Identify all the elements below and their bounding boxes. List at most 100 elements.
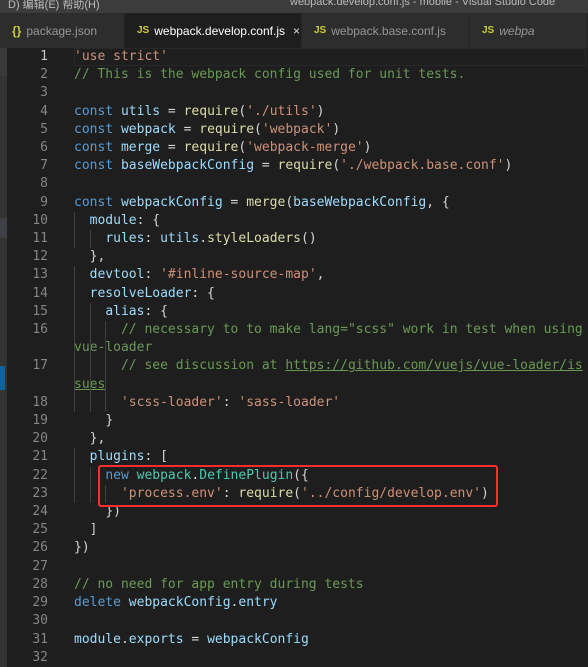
code-line[interactable]: 12 }, [7,248,588,266]
code-text: ] [74,521,586,539]
line-number: 16 [32,322,48,338]
code-line[interactable]: 11 rules: utils.styleLoaders() [7,230,588,249]
menu-bar[interactable]: D) 编辑(E) 帮助(H) [8,0,100,12]
line-number: 31 [32,631,48,647]
code-token: 'scss-loader' [120,394,223,410]
code-token: require [238,485,294,501]
code-token: , { [426,194,450,210]
code-token: utils [120,103,161,119]
code-token: = [160,140,184,156]
line-number: 29 [32,595,48,611]
sidebar-block [0,218,7,238]
code-token: ) [481,485,489,501]
tab-label: webpack.develop.conf.js [154,23,285,38]
code-token: : [222,394,239,410]
tab-webpack-develop-conf[interactable]: JS webpack.develop.conf.js × [125,13,302,48]
code-line[interactable]: 8 [7,175,588,193]
code-line[interactable]: 23 'process.env': require('../config/dev… [7,484,588,504]
code-line[interactable]: 13 devtool: '#inline-source-map', [7,266,588,285]
code-text: const merge = require('webpack-merge') [74,139,586,157]
code-line[interactable]: 26}) [7,539,588,557]
code-line[interactable]: 15 alias: { [7,302,588,322]
code-token: ) [316,103,325,119]
code-token: ({ [293,467,309,483]
tab-webpack-preview[interactable]: JS webpa [470,13,588,48]
indent-guide [89,230,91,249]
code-line[interactable]: 27 [7,558,588,576]
indent-guide [74,448,75,467]
line-number: 2 [40,67,48,83]
code-text: }, [74,430,586,448]
indent-guide [89,393,91,413]
code-line[interactable]: 9 const webpackConfig = merge(baseWebpack… [7,194,588,212]
code-line[interactable]: 30 [7,612,588,630]
code-token: styleLoaders [207,231,301,247]
tab-package-json[interactable]: {} package.json [0,13,125,48]
sidebar-selection-marker [0,366,5,390]
code-line[interactable]: 22 new webpack.DefinePlugin({ [7,466,588,485]
code-line[interactable]: 29 delete webpackConfig.entry [7,594,588,612]
indent-guide [89,302,91,322]
line-number: 10 [32,212,48,228]
code-line[interactable]: 19 } [7,412,588,430]
code-token: 'process.env' [120,485,223,501]
code-token: // no need for app entry during tests [74,576,364,592]
code-line[interactable]: 24 }) [7,503,588,521]
code-text: const webpackConfig = merge(baseWebpackC… [74,194,586,212]
code-token: const [74,158,114,174]
code-line[interactable]: 31 module.exports = webpackConfig [7,631,588,649]
code-line[interactable]: 16 // necessary to to make lang="scss" w… [7,321,588,358]
code-line[interactable]: 1'use strict' [7,48,588,67]
line-number: 7 [40,158,48,174]
indent-guide [74,321,75,358]
code-line[interactable]: 25 ] [7,521,588,539]
line-number: 30 [32,613,48,629]
indent-guide [74,466,75,485]
code-token: 'sass-loader' [238,394,341,410]
code-line[interactable]: 3 [7,84,588,102]
code-line[interactable]: 5 const webpack = require('webpack') [7,121,588,139]
code-line[interactable]: 21 plugins: [ [7,448,588,467]
code-text: devtool: '#inline-source-map', [74,266,586,284]
code-token: 'webpack-merge' [246,140,364,156]
indent-guide [74,302,75,322]
line-number: 26 [32,540,48,556]
code-line[interactable]: 18 'scss-loader': 'sass-loader' [7,393,588,413]
code-line[interactable]: 2 // This is the webpack config used for … [7,66,588,84]
code-token: ( [254,121,262,137]
indent-guide [105,393,107,413]
close-icon[interactable]: × [293,24,300,38]
line-number: 23 [32,485,48,501]
code-line[interactable]: 10 module: { [7,211,588,231]
code-token: './webpack.base.conf' [340,158,505,174]
code-line[interactable]: 14 resolveLoader: { [7,284,588,303]
code-line[interactable]: 17 // see discussion at https://github.c… [7,357,588,394]
line-number: 25 [32,522,48,538]
code-line[interactable]: 4 const utils = require('./utils') [7,103,588,121]
code-line[interactable]: 20 }, [7,430,588,448]
code-line[interactable]: 7 const baseWebpackConfig = require('./we… [7,157,588,175]
code-token: }) [74,504,121,520]
code-line[interactable]: 32 [7,649,588,667]
line-number: 18 [32,394,48,410]
tab-webpack-base-conf[interactable]: JS webpack.base.conf.js [302,13,470,48]
code-token: : [144,267,161,283]
code-line[interactable]: 6 const merge = require('webpack-merge') [7,139,588,157]
code-line[interactable]: 28 // no need for app entry during tests [7,576,588,594]
editor-area: 1'use strict' 2 // This is the webpack con… [0,48,588,667]
code-token: const [74,121,114,137]
code-text: const baseWebpackConfig = require('./web… [74,157,586,175]
code-token: = [222,194,247,210]
code-token: , [316,267,325,283]
code-editor[interactable]: 1'use strict' 2 // This is the webpack con… [7,48,588,667]
line-number: 28 [32,576,48,592]
code-text: // no need for app entry during tests [74,576,586,594]
